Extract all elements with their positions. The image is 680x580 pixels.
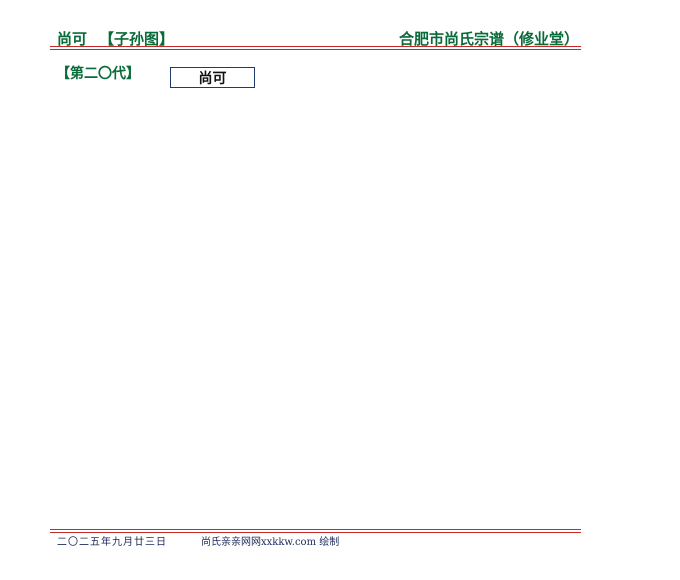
member-box[interactable]: 尚可 bbox=[170, 67, 255, 88]
generation-label: 【第二〇代】 bbox=[56, 66, 140, 82]
footer-date: 二〇二五年九月廿三日 bbox=[57, 537, 167, 548]
footer-divider-upper bbox=[50, 529, 581, 530]
header-divider-lower bbox=[50, 49, 581, 50]
header-divider-upper bbox=[50, 46, 581, 47]
footer-divider-lower bbox=[50, 532, 581, 533]
footer-credit: 尚氏亲亲网网xxkkw.com 绘制 bbox=[201, 537, 340, 548]
